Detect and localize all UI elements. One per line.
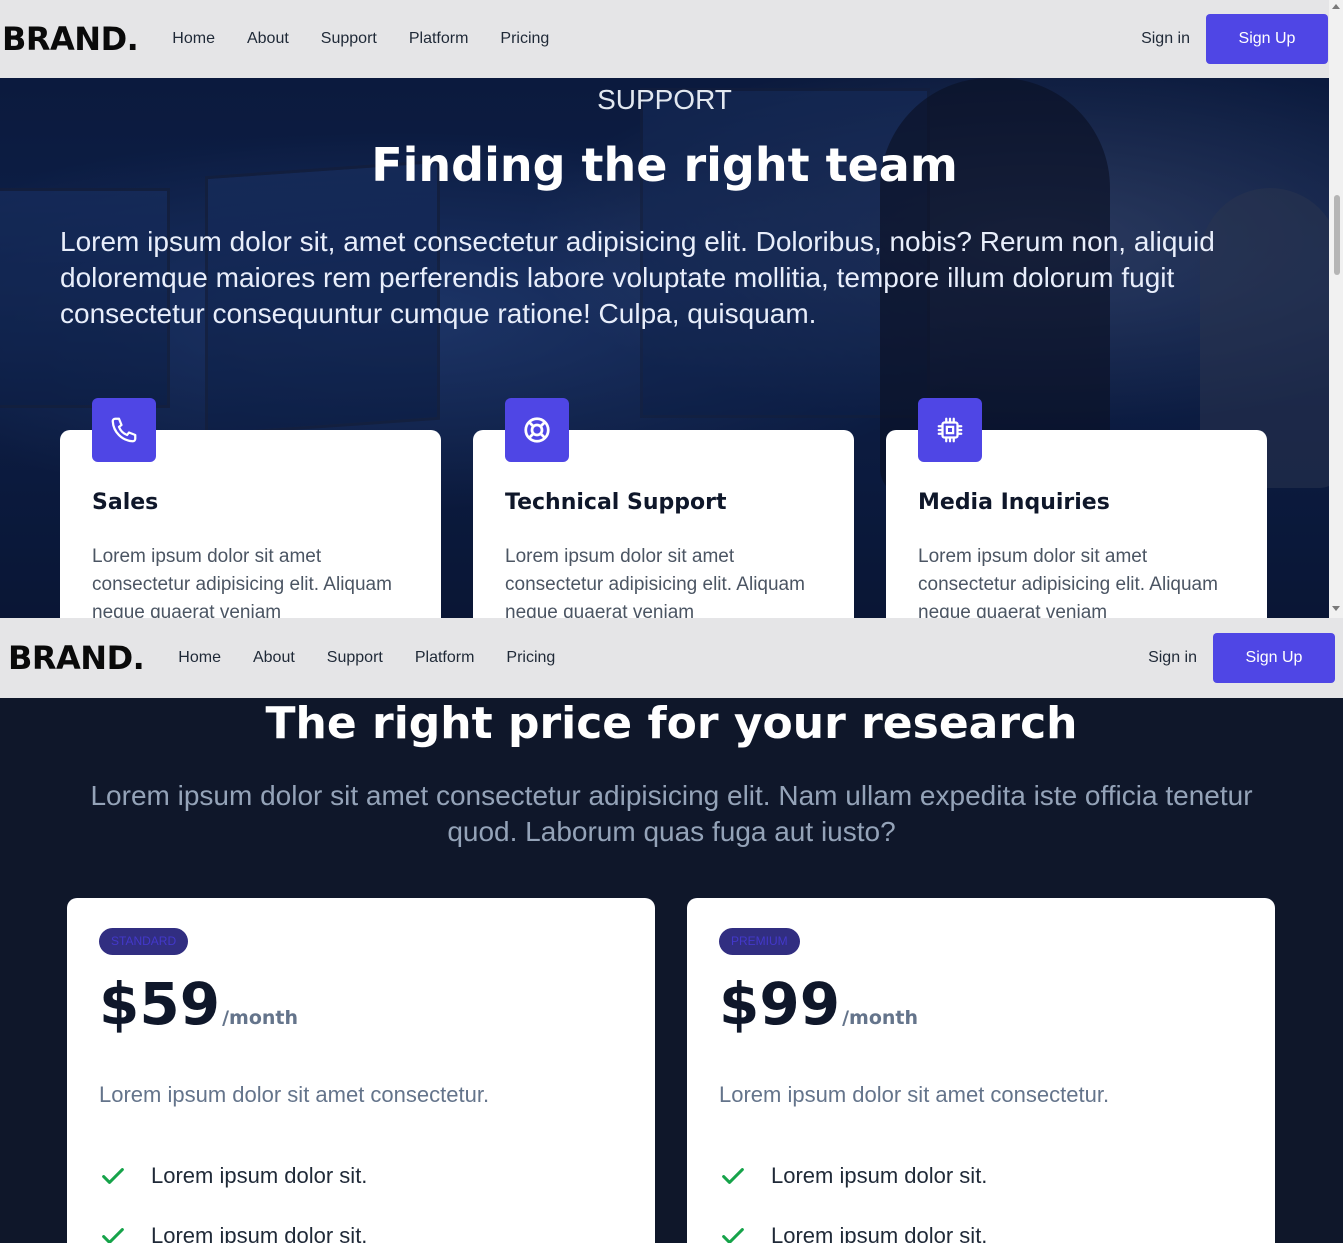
technical-support-card: Technical Support Lorem ipsum dolor sit … <box>473 398 854 618</box>
card-text: Lorem ipsum dolor sit amet consectetur a… <box>505 546 805 618</box>
feature-text: Lorem ipsum dolor sit. <box>151 1163 368 1188</box>
nav-platform-link[interactable]: Platform <box>399 649 491 667</box>
pricing-subtitle: Lorem ipsum dolor sit amet consectetur a… <box>90 780 1253 847</box>
media-inquiries-card: Media Inquiries Lorem ipsum dolor sit am… <box>886 398 1267 618</box>
sign-up-button[interactable]: Sign Up <box>1213 633 1335 683</box>
plan-price: $99 /month <box>719 970 918 1038</box>
feature-text: Lorem ipsum dolor sit. <box>771 1163 988 1188</box>
brand-logo[interactable]: BRAND. <box>8 639 145 677</box>
check-icon <box>722 1228 744 1243</box>
price-amount: $59 <box>99 970 221 1038</box>
plan-tier-badge: PREMIUM <box>719 928 800 955</box>
card-text: Lorem ipsum dolor sit amet consectetur a… <box>918 546 1218 618</box>
top-navbar: BRAND. Home About Support Platform Prici… <box>0 0 1329 78</box>
price-period: /month <box>842 1007 919 1029</box>
premium-plan-card: PREMIUM $99 /month Lorem ipsum dolor sit… <box>687 898 1275 1243</box>
plan-feature: Lorem ipsum dolor sit. <box>719 1162 987 1190</box>
check-icon <box>102 1168 124 1184</box>
plan-price: $59 /month <box>99 970 298 1038</box>
support-hero: SUPPORT Finding the right team Lorem ips… <box>0 78 1329 618</box>
plan-feature: Lorem ipsum dolor sit. <box>99 1162 367 1190</box>
phone-icon <box>92 398 156 462</box>
pricing-page-frame: BRAND. Home About Support Platform Prici… <box>0 618 1343 1243</box>
plan-description: Lorem ipsum dolor sit amet consectetur. <box>719 1082 1110 1107</box>
sign-up-button[interactable]: Sign Up <box>1206 14 1328 64</box>
nav-actions: Sign in Sign Up <box>1148 633 1343 683</box>
nav-pricing-link[interactable]: Pricing <box>484 30 565 48</box>
feature-text: Lorem ipsum dolor sit. <box>151 1223 368 1243</box>
plan-feature: Lorem ipsum dolor sit. <box>99 1222 367 1243</box>
feature-text: Lorem ipsum dolor sit. <box>771 1223 988 1243</box>
nav-home-link[interactable]: Home <box>156 30 231 48</box>
nav-actions: Sign in Sign Up <box>1141 14 1329 64</box>
scrollbar-thumb[interactable] <box>1334 195 1340 275</box>
chip-icon <box>918 398 982 462</box>
price-amount: $99 <box>719 970 841 1038</box>
scroll-up-arrow-icon[interactable] <box>1332 4 1340 9</box>
scroll-down-arrow-icon[interactable] <box>1332 606 1340 611</box>
pricing-title: The right price for your research <box>265 698 1078 749</box>
sign-in-link[interactable]: Sign in <box>1148 649 1197 667</box>
nav-about-link[interactable]: About <box>231 30 305 48</box>
plan-tier-badge: STANDARD <box>99 928 189 955</box>
card-title: Sales <box>92 490 159 515</box>
nav-home-link[interactable]: Home <box>162 649 237 667</box>
hero-description: Lorem ipsum dolor sit, amet consectetur … <box>60 226 1215 329</box>
card-text: Lorem ipsum dolor sit amet consectetur a… <box>92 546 392 618</box>
nav-pricing-link[interactable]: Pricing <box>490 649 571 667</box>
check-icon <box>722 1168 744 1184</box>
standard-plan-card: STANDARD $59 /month Lorem ipsum dolor si… <box>67 898 655 1243</box>
hero-kicker: SUPPORT <box>597 84 732 115</box>
scrollbar[interactable] <box>1329 0 1343 618</box>
sign-in-link[interactable]: Sign in <box>1141 30 1190 48</box>
sales-card: Sales Lorem ipsum dolor sit amet consect… <box>60 398 441 618</box>
nav-platform-link[interactable]: Platform <box>393 30 485 48</box>
nav-support-link[interactable]: Support <box>311 649 399 667</box>
lifebuoy-icon <box>505 398 569 462</box>
nav-about-link[interactable]: About <box>237 649 311 667</box>
hero-title: Finding the right team <box>371 138 958 192</box>
price-period: /month <box>222 1007 299 1029</box>
support-page-frame: BRAND. Home About Support Platform Prici… <box>0 0 1343 618</box>
check-icon <box>102 1228 124 1243</box>
top-navbar: BRAND. Home About Support Platform Prici… <box>0 618 1343 698</box>
nav-links: Home About Support Platform Pricing <box>156 30 565 48</box>
nav-support-link[interactable]: Support <box>305 30 393 48</box>
plan-description: Lorem ipsum dolor sit amet consectetur. <box>99 1082 490 1107</box>
plan-feature: Lorem ipsum dolor sit. <box>719 1222 987 1243</box>
brand-logo[interactable]: BRAND. <box>2 20 139 58</box>
card-title: Media Inquiries <box>918 490 1110 515</box>
card-title: Technical Support <box>505 490 727 515</box>
nav-links: Home About Support Platform Pricing <box>162 649 571 667</box>
